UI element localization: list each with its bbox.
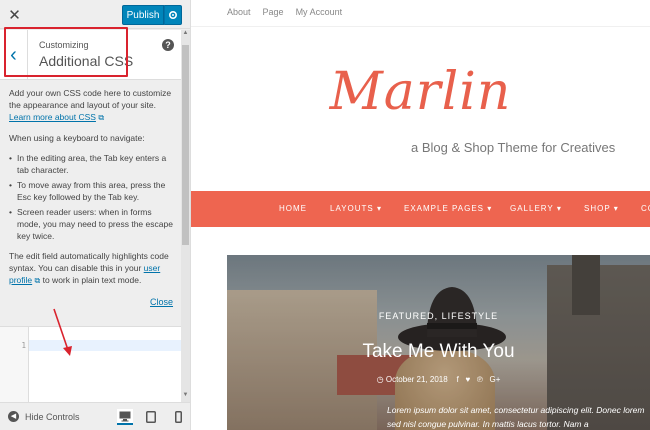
list-item: Screen reader users: when in forms mode,… (9, 206, 175, 242)
section-description: Add your own CSS code here to customize … (9, 87, 175, 295)
site-logo[interactable]: Marlin (191, 62, 650, 122)
list-item: To move away from this area, press the E… (9, 179, 175, 203)
topnav-my-account[interactable]: My Account (296, 7, 343, 17)
css-code-editor[interactable]: 1 (0, 326, 181, 403)
sidebar-footer: ◀ Hide Controls (0, 402, 190, 430)
featured-post-hero[interactable]: FEATURED, LIFESTYLE Take Me With You ◷ O… (227, 255, 650, 430)
scroll-up-icon[interactable]: ▲ (181, 30, 190, 38)
post-categories[interactable]: FEATURED, LIFESTYLE (227, 311, 650, 321)
post-excerpt: Lorem ipsum dolor sit amet, consectetur … (387, 405, 645, 429)
divider (191, 26, 650, 27)
topnav-page[interactable]: Page (263, 7, 284, 17)
nav-item-gallery[interactable]: GALLERY ▾ (510, 204, 562, 213)
mobile-icon[interactable] (170, 409, 186, 425)
intro-text: Add your own CSS code here to customize … (9, 88, 172, 122)
googleplus-icon[interactable]: G+ (489, 375, 500, 384)
close-link[interactable]: Close (150, 297, 173, 307)
hide-controls-icon: ◀ (8, 411, 19, 422)
twitter-icon[interactable]: ♥ (465, 375, 470, 384)
line-number: 1 (21, 341, 26, 350)
help-icon[interactable]: ? (162, 39, 174, 51)
main-navigation: HOME LAYOUTS ▾ EXAMPLE PAGES ▾ GALLERY ▾… (191, 191, 650, 227)
sidebar-scrollbar[interactable] (181, 30, 190, 402)
nav-item-example-pages[interactable]: EXAMPLE PAGES ▾ (404, 204, 492, 213)
highlight-note: The edit field automatically highlights … (9, 251, 169, 285)
facebook-icon[interactable]: f (457, 375, 459, 384)
keyboard-intro: When using a keyboard to navigate: (9, 133, 145, 143)
tablet-icon[interactable] (143, 409, 159, 425)
editor-gutter: 1 (0, 327, 29, 403)
close-icon[interactable]: ✕ (0, 0, 29, 29)
nav-item-layouts[interactable]: LAYOUTS ▾ (330, 204, 382, 213)
list-item: In the editing area, the Tab key enters … (9, 152, 175, 176)
sidebar-header: ✕ Publish (0, 0, 190, 29)
post-title[interactable]: Take Me With You (227, 341, 650, 363)
arrow-annotation (53, 308, 72, 356)
customizer-sidebar: ✕ Publish ‹ Customizing Additional CSS ?… (0, 0, 191, 430)
post-date: October 21, 2018 (385, 375, 448, 384)
keyboard-tips-list: In the editing area, the Tab key enters … (9, 152, 175, 242)
publish-button[interactable]: Publish (122, 5, 164, 25)
desktop-icon[interactable] (117, 409, 133, 425)
learn-more-link[interactable]: Learn more about CSS (9, 112, 96, 122)
nav-item-home[interactable]: HOME (279, 204, 307, 213)
topnav-about[interactable]: About (227, 7, 251, 17)
scroll-down-icon[interactable]: ▼ (181, 392, 190, 400)
site-preview: About Page My Account Marlin a Blog & Sh… (191, 0, 650, 430)
top-navigation: About Page My Account (227, 7, 342, 17)
external-link-icon: ⧉ (98, 113, 105, 122)
post-meta: ◷ October 21, 2018 f ♥ ℗ G+ (227, 375, 650, 384)
clock-icon: ◷ (376, 375, 384, 384)
nav-item-contact[interactable]: CO (641, 204, 650, 213)
hide-controls-button[interactable]: ◀ Hide Controls (8, 411, 80, 422)
gear-icon[interactable] (164, 5, 182, 25)
scrollbar-thumb[interactable] (182, 45, 189, 245)
site-tagline: a Blog & Shop Theme for Creatives (411, 140, 616, 155)
annotation-highlight-box (4, 27, 128, 77)
pinterest-icon[interactable]: ℗ (477, 375, 483, 384)
nav-item-shop[interactable]: SHOP ▾ (584, 204, 619, 213)
